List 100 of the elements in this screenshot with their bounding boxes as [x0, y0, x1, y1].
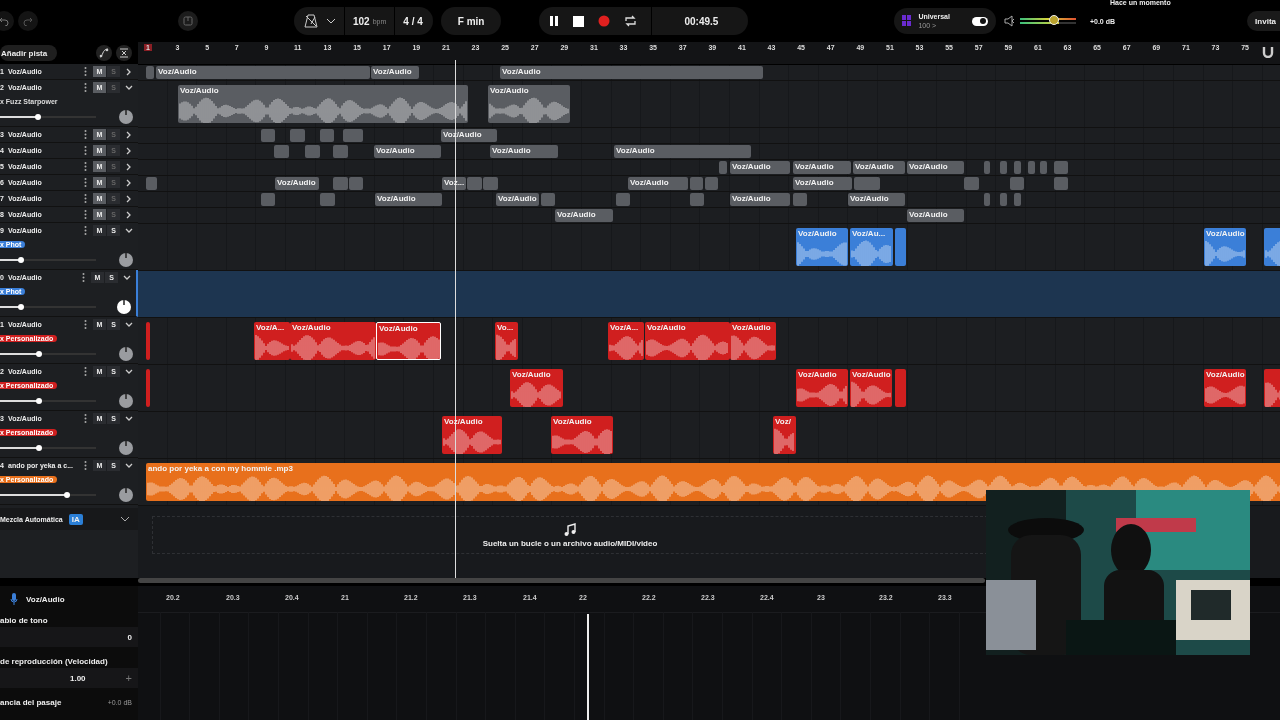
audio-clip[interactable] [1054, 161, 1068, 174]
audio-clip[interactable]: Voz/Audio [488, 85, 570, 123]
more-icon[interactable] [84, 162, 87, 171]
increment-button[interactable]: + [125, 672, 132, 684]
audio-clip[interactable] [320, 193, 335, 206]
audio-clip[interactable] [333, 177, 348, 190]
volume-thumb[interactable] [36, 351, 43, 357]
horizontal-scrollbar[interactable] [138, 578, 985, 583]
audio-clip[interactable]: Voz/Au... [850, 228, 893, 266]
record-icon[interactable] [598, 15, 611, 27]
audio-clip[interactable] [690, 193, 704, 206]
master-volume-slider[interactable] [1019, 16, 1076, 26]
audio-clip[interactable]: Voz/Audio [853, 161, 905, 174]
audio-clip[interactable] [146, 66, 154, 79]
more-icon[interactable] [84, 67, 87, 76]
more-icon[interactable] [84, 194, 87, 203]
audio-clip[interactable] [146, 177, 157, 190]
audio-clip[interactable] [349, 177, 363, 190]
more-icon[interactable] [84, 226, 87, 235]
invite-button[interactable]: Invita [1247, 11, 1280, 31]
more-icon[interactable] [84, 130, 87, 139]
redo-icon[interactable] [23, 16, 33, 26]
stop-icon[interactable] [573, 15, 585, 27]
audio-clip[interactable] [895, 228, 906, 266]
number-field[interactable]: 1.00 + [0, 668, 138, 688]
audio-clip[interactable]: Voz/Audio [793, 161, 851, 174]
pan-knob[interactable] [116, 299, 132, 315]
audio-clip[interactable]: Voz/Audio [374, 145, 441, 158]
audio-clip[interactable] [305, 145, 320, 158]
volume-slider[interactable] [0, 397, 96, 405]
volume-slider[interactable] [0, 444, 96, 452]
tempo-value[interactable]: 102 [353, 15, 370, 27]
volume-thumb[interactable] [35, 114, 42, 120]
pan-knob[interactable] [118, 252, 134, 268]
volume-slider[interactable] [0, 350, 96, 358]
audio-clip[interactable]: Voz/ [773, 416, 796, 454]
audio-clip[interactable]: Voz/A... [254, 322, 290, 360]
audio-clip[interactable]: Voz/Audio [551, 416, 613, 454]
audio-clip[interactable] [146, 322, 150, 360]
audio-clip[interactable]: Voz/Audio [275, 177, 319, 190]
audio-clip[interactable] [1014, 161, 1021, 174]
audio-clip[interactable]: Voz/Audio [730, 193, 790, 206]
audio-clip[interactable] [690, 177, 703, 190]
volume-thumb[interactable] [18, 304, 25, 310]
audio-clip[interactable]: Voz/Audio [730, 322, 776, 360]
volume-thumb[interactable] [64, 492, 71, 498]
more-icon[interactable] [84, 414, 87, 423]
audio-clip[interactable]: Voz/Audio [850, 369, 892, 407]
audio-clip[interactable]: Voz/Audio [496, 193, 539, 206]
audio-clip[interactable] [1000, 161, 1007, 174]
audio-clip[interactable] [320, 129, 334, 142]
audio-clip[interactable]: Voz/Audio [178, 85, 468, 123]
audio-clip[interactable] [274, 145, 289, 158]
audio-clip[interactable] [1040, 161, 1047, 174]
metronome-icon[interactable] [304, 14, 318, 28]
audio-clip[interactable] [343, 129, 363, 142]
pan-knob[interactable] [118, 440, 134, 456]
audio-clip[interactable] [719, 161, 727, 174]
audio-clip[interactable]: Voz/Audio [793, 177, 852, 190]
audio-clip[interactable] [290, 129, 305, 142]
audio-clip[interactable] [483, 177, 498, 190]
audio-clip[interactable]: Voz/Audio [500, 66, 763, 79]
audio-clip[interactable]: Voz/Audio [1204, 369, 1246, 407]
audio-clip[interactable] [854, 177, 880, 190]
pan-knob[interactable] [118, 487, 134, 503]
audio-clip[interactable]: Voz/Audio [1204, 228, 1246, 266]
more-icon[interactable] [82, 273, 85, 282]
audio-clip[interactable] [705, 177, 718, 190]
volume-slider[interactable] [0, 303, 96, 311]
volume-slider[interactable] [0, 256, 96, 264]
audio-clip[interactable]: Voz/A... [608, 322, 644, 360]
audio-clip[interactable]: Voz/Audio [156, 66, 370, 79]
audio-clip[interactable] [984, 193, 990, 206]
audio-clip[interactable] [984, 161, 990, 174]
more-icon[interactable] [84, 461, 87, 470]
audio-clip[interactable]: Voz/Audio [290, 322, 376, 360]
audio-clip[interactable] [793, 193, 807, 206]
audio-clip[interactable]: Voz/Audio [376, 322, 441, 360]
audio-clip[interactable] [1028, 161, 1035, 174]
audio-clip[interactable] [964, 177, 979, 190]
undo-icon[interactable] [0, 16, 9, 26]
more-icon[interactable] [84, 178, 87, 187]
audio-clip[interactable]: Voz/Audio [510, 369, 563, 407]
audio-clip[interactable] [261, 193, 275, 206]
number-field[interactable]: 0 [0, 627, 138, 647]
volume-thumb[interactable] [18, 257, 25, 263]
preset-toggle[interactable] [971, 16, 988, 26]
audio-clip[interactable] [1054, 177, 1068, 190]
pan-knob[interactable] [118, 109, 134, 125]
pause-icon[interactable] [549, 15, 560, 27]
more-icon[interactable] [84, 367, 87, 376]
audio-clip[interactable] [261, 129, 275, 142]
more-icon[interactable] [84, 83, 87, 92]
audio-clip[interactable] [333, 145, 348, 158]
audio-clip[interactable]: Voz/Audio [375, 193, 442, 206]
undo-button[interactable] [0, 11, 14, 31]
more-icon[interactable] [84, 210, 87, 219]
volume-slider[interactable] [0, 491, 96, 499]
chevron-down-icon[interactable] [120, 515, 130, 523]
audio-clip[interactable] [616, 193, 630, 206]
